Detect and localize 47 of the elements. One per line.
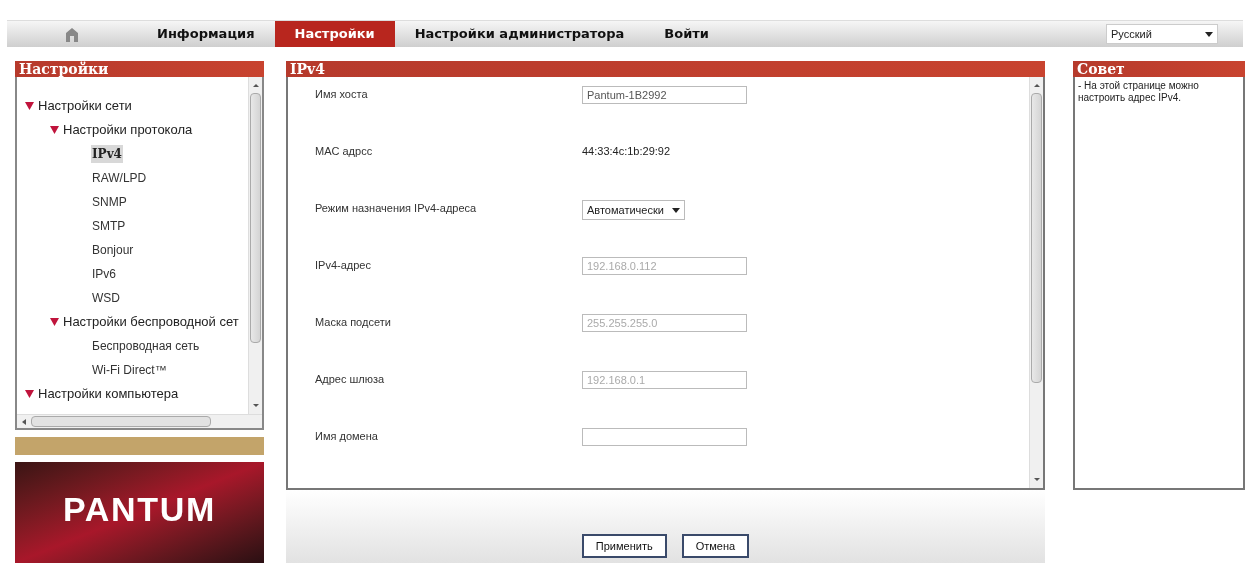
field-label: Маска подсети <box>314 315 392 330</box>
home-icon[interactable] <box>65 26 79 42</box>
nav-tab[interactable]: Войти <box>644 21 729 47</box>
tree-item[interactable]: Настройки беспроводной сет <box>63 312 239 332</box>
vertical-scrollbar[interactable] <box>248 77 262 414</box>
tree-item[interactable]: IPv6 <box>91 265 117 283</box>
logo-text: PANTUM <box>62 489 217 530</box>
tree-item[interactable]: Настройки сети <box>38 96 132 116</box>
nav-tab[interactable]: Настройки администратора <box>394 21 645 47</box>
tip-text: - На этой странице можно настроить адрес IPv4. <box>1078 80 1200 104</box>
field-label: Имя домена <box>314 429 379 444</box>
panel-title: Настройки <box>15 61 264 77</box>
horizontal-scrollbar[interactable] <box>17 414 262 428</box>
vertical-scrollbar[interactable] <box>1029 77 1043 488</box>
expanded-triangle-icon[interactable] <box>25 390 34 398</box>
language-select[interactable]: Русский <box>1106 24 1218 44</box>
tree-item[interactable]: Беспроводная сеть <box>91 337 201 355</box>
panel-title: IPv4 <box>286 61 1045 77</box>
nav-tab[interactable]: Настройки <box>274 21 395 47</box>
tree-item[interactable]: WSD <box>91 289 121 307</box>
field-label: IPv4-адрес <box>314 258 372 273</box>
field-label: Имя хоста <box>314 87 369 102</box>
field-label: MAC адрсс <box>314 144 374 159</box>
scroll-left-icon[interactable] <box>21 417 27 426</box>
field-label: Адрес шлюза <box>314 372 386 387</box>
tree-item[interactable]: IPv4 <box>91 145 123 163</box>
tree-item[interactable]: Wi-Fi Direct™ <box>91 361 168 379</box>
tree-item[interactable]: RAW/LPD <box>91 169 148 187</box>
field-value: 44:33:4c:1b:29:92 <box>582 144 671 159</box>
nav-tab[interactable]: Информация <box>137 21 275 47</box>
input-field[interactable] <box>582 428 747 446</box>
form-button[interactable]: Отмена <box>681 534 750 558</box>
caret-icon <box>671 207 680 213</box>
expanded-triangle-icon[interactable] <box>50 318 59 326</box>
caret-icon <box>1205 31 1213 37</box>
panel-title: Совет <box>1073 61 1245 77</box>
tree-item[interactable]: Настройки протокола <box>63 120 193 140</box>
expanded-triangle-icon[interactable] <box>50 126 59 134</box>
field-label: Режим назначения IPv4-адреса <box>314 201 478 216</box>
tree-item[interactable]: Bonjour <box>91 241 135 259</box>
expanded-triangle-icon[interactable] <box>25 102 34 110</box>
tree-item[interactable]: SNMP <box>91 193 128 211</box>
tree-item[interactable]: Настройки компьютера <box>38 384 179 404</box>
select-dropdown[interactable]: Автоматически <box>582 200 685 220</box>
tree-item[interactable]: SMTP <box>91 217 127 235</box>
form-button[interactable]: Применить <box>581 534 667 558</box>
input-field[interactable]: Pantum-1B2992 <box>582 86 747 104</box>
